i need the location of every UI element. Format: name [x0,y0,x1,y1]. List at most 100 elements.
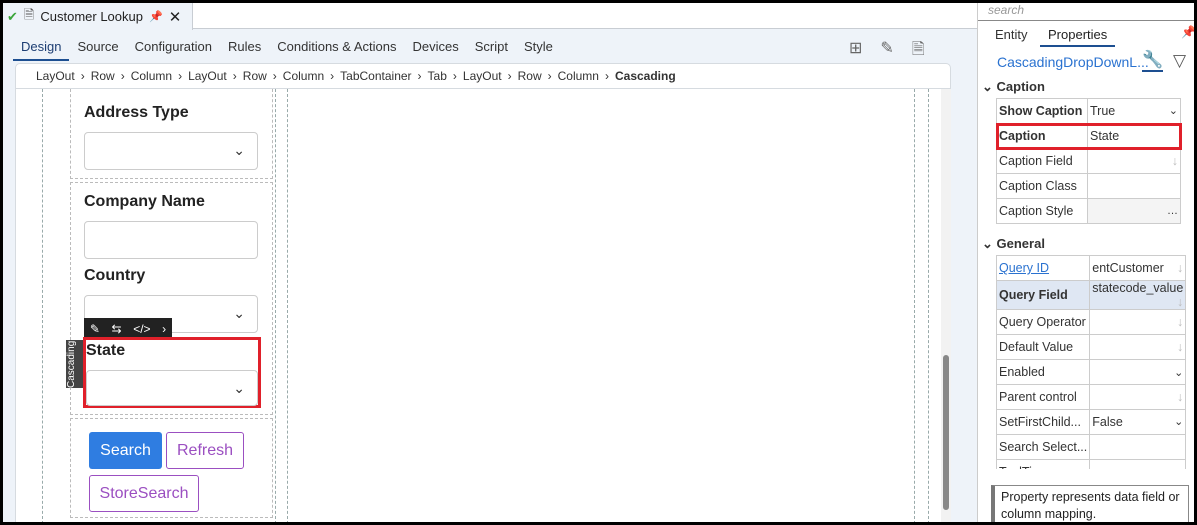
chevron-right-icon: › [232,69,237,83]
arrow-down-icon[interactable]: ↓ [1177,261,1183,275]
chevron-right-icon: › [330,69,335,83]
tab-design[interactable]: Design [13,37,70,61]
property-search-input[interactable]: search [988,3,1024,17]
property-value[interactable] [1089,434,1187,460]
property-row[interactable]: Caption Field ↓ [996,148,1181,174]
chevron-down-icon: ⌄ [233,305,245,321]
code-icon[interactable]: </> [133,322,150,336]
arrow-down-icon[interactable]: ↓ [1177,340,1183,354]
pin-icon[interactable]: 📌 [1181,25,1194,39]
edit-list-icon[interactable]: ✎ [880,38,893,65]
property-value[interactable] [1087,173,1181,199]
tab-conditions-actions[interactable]: Conditions & Actions [269,37,404,61]
ellipsis-button[interactable]: … [1167,205,1178,217]
breadcrumb-item[interactable]: Column [131,69,172,83]
property-row[interactable]: Caption Class [996,173,1181,199]
property-row[interactable]: Query ID entCustomer ↓ [995,255,1187,281]
breadcrumb-item[interactable]: LayOut [463,69,502,83]
tab-configuration[interactable]: Configuration [127,37,220,61]
tab-script[interactable]: Script [467,37,516,61]
cascading-tag: Cascading [66,340,84,388]
breadcrumb-item[interactable]: LayOut [188,69,227,83]
arrow-down-icon[interactable]: ↓ [1172,154,1178,168]
property-name: Enabled [995,359,1091,385]
chevron-right-icon[interactable]: › [162,322,166,336]
wrench-icon[interactable]: 🔧 [1142,50,1164,72]
tab-properties[interactable]: Properties [1040,27,1116,47]
property-row[interactable]: Caption Style… [996,198,1181,224]
property-value[interactable]: State [1087,123,1181,149]
general-section-header[interactable]: ⌄ General [982,236,1045,252]
swap-icon[interactable]: ⇆ [112,322,122,336]
tab-source[interactable]: Source [69,37,126,61]
property-row[interactable]: Enabled ⌄ [995,359,1187,385]
breadcrumb-item[interactable]: Column [283,69,324,83]
property-value[interactable]: entCustomer ↓ [1089,255,1187,281]
property-help: Property represents data field or column… [991,485,1189,522]
pencil-icon[interactable]: ✎ [90,322,100,336]
chevron-down-icon[interactable]: ⌄ [1174,415,1183,428]
address-type-select[interactable]: ⌄ [84,132,258,170]
breadcrumb-item[interactable]: Row [91,69,115,83]
property-row[interactable]: SetFirstChild... False ⌄ [995,409,1187,435]
property-name: Caption Class [996,173,1088,199]
doc-tab-customer-lookup[interactable]: ✔ 🗎 Customer Lookup 📌 ✕ [3,3,193,30]
property-value[interactable]: ↓ [1089,309,1187,335]
arrow-down-icon[interactable]: ↓ [1177,390,1183,404]
breadcrumb-item[interactable]: Row [518,69,542,83]
filter-icon[interactable]: ▽ [1173,51,1186,71]
scrollbar-thumb[interactable] [943,355,949,510]
property-value[interactable]: False ⌄ [1089,409,1187,435]
breadcrumb: LayOut › Row › Column › LayOut › Row › Column › TabC… [15,63,951,89]
property-row[interactable]: ToolTip [995,459,1187,469]
chevron-down-icon[interactable]: ⌄ [1174,366,1183,379]
tab-style[interactable]: Style [516,37,561,61]
breadcrumb-item[interactable]: Row [243,69,267,83]
state-select[interactable]: ⌄ [86,370,258,406]
property-row[interactable]: Default Value ↓ [995,334,1187,360]
document-icon[interactable]: 🗎 [912,38,925,65]
chevron-down-icon[interactable]: ⌄ [1169,104,1178,117]
check-icon: ✔ [7,8,18,24]
breadcrumb-item[interactable]: LayOut [36,69,75,83]
property-row[interactable]: Query Field statecode_value ↓ [995,280,1187,310]
property-name: Query ID [995,255,1091,281]
general-properties: Query ID entCustomer ↓ Query Field statecode… [995,255,1187,469]
breadcrumb-item[interactable]: Column [558,69,599,83]
property-row[interactable]: Caption State [995,122,1182,150]
property-value[interactable]: ⌄ [1089,359,1187,385]
hierarchy-icon[interactable]: ⊞ [849,38,862,65]
tab-entity[interactable]: Entity [995,27,1028,42]
tab-devices[interactable]: Devices [404,37,466,61]
property-value[interactable]: ↓ [1089,384,1187,410]
chevron-right-icon: › [452,69,457,83]
property-row[interactable]: Query Operator ↓ [995,309,1187,335]
control-name: CascadingDropDownL... [997,54,1149,70]
refresh-button[interactable]: Refresh [166,432,244,469]
property-value[interactable]: … [1087,198,1181,224]
close-icon[interactable]: ✕ [169,8,182,26]
arrow-down-icon[interactable]: ↓ [1177,315,1183,329]
chevron-right-icon: › [178,69,183,83]
property-value[interactable]: statecode_value ↓ [1089,280,1187,310]
property-row[interactable]: Parent control ↓ [995,384,1187,410]
search-button[interactable]: Search [89,432,162,469]
breadcrumb-item[interactable]: Tab [428,69,447,83]
property-value[interactable]: ↓ [1089,334,1187,360]
property-row[interactable]: Search Select... [995,434,1187,460]
property-value[interactable]: True ⌄ [1087,98,1181,124]
tab-rules[interactable]: Rules [220,37,269,61]
property-value[interactable] [1089,459,1187,469]
property-value-text: False [1092,415,1123,429]
breadcrumb-item[interactable]: TabContainer [340,69,411,83]
property-name: Parent control [995,384,1091,410]
caption-section-header[interactable]: ⌄ Caption [982,79,1045,95]
store-search-button[interactable]: StoreSearch [89,475,199,512]
company-name-input[interactable] [84,221,258,259]
canvas-scrollbar[interactable] [941,89,951,522]
property-row[interactable]: Show Caption True ⌄ [996,98,1181,124]
property-value[interactable]: ↓ [1087,148,1181,174]
arrow-down-icon[interactable]: ↓ [1177,295,1183,309]
caption-properties: Show Caption True ⌄ Caption State Caption Fie… [995,98,1182,224]
pin-icon[interactable]: 📌 [149,10,163,23]
